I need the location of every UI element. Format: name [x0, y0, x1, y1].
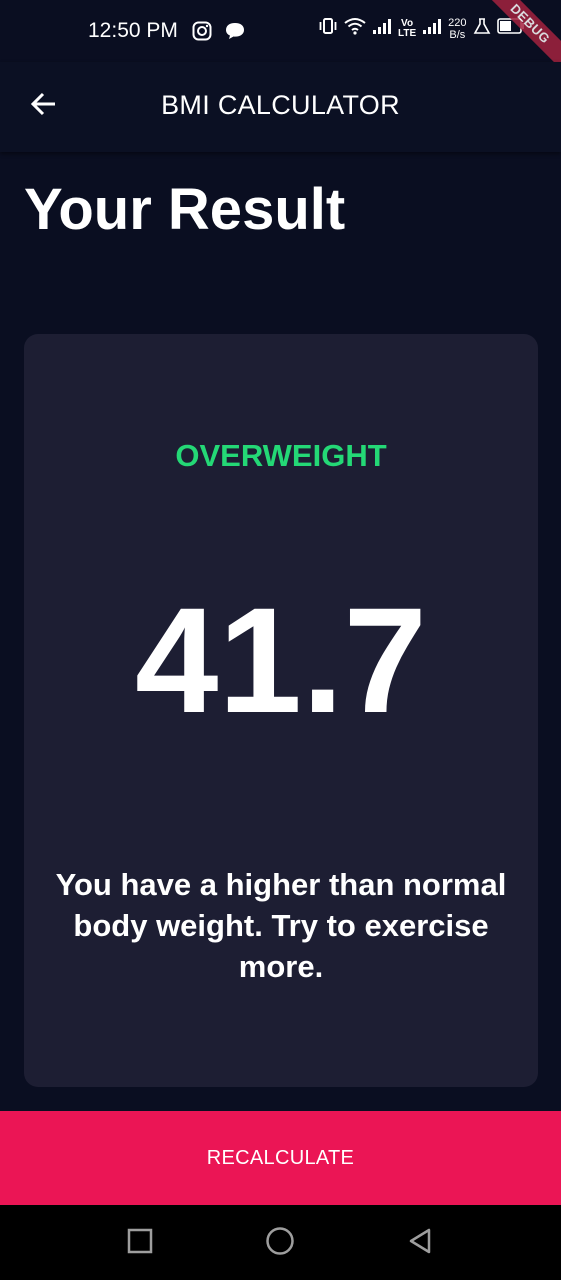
system-nav-bar — [0, 1205, 561, 1280]
nav-home-button[interactable] — [260, 1223, 300, 1263]
result-interpretation: You have a higher than normal body weigh… — [55, 867, 507, 984]
net-speed-unit: B/s — [449, 28, 466, 41]
triangle-back-icon — [407, 1227, 433, 1260]
signal-icon-2 — [422, 17, 442, 40]
app-title: BMI CALCULATOR — [161, 90, 400, 120]
net-speed: 220 B/s — [448, 17, 466, 41]
status-time: 12:50 PM — [88, 19, 178, 42]
status-left-icons — [192, 21, 246, 46]
nav-recents-button[interactable] — [120, 1223, 160, 1263]
volte-indicator: Vo LTE — [398, 18, 417, 39]
square-icon — [127, 1228, 153, 1259]
circle-icon — [265, 1226, 295, 1261]
lab-flask-icon — [473, 17, 491, 40]
result-category: OVERWEIGHT — [175, 438, 387, 473]
app-bar: BMI CALCULATOR — [0, 62, 561, 152]
recalculate-label: RECALCULATE — [206, 1146, 355, 1169]
status-right-icons: Vo LTE 220 B/s — [318, 16, 525, 41]
page-title: Your Result — [24, 177, 346, 242]
signal-icon — [372, 17, 392, 40]
net-speed-value: 220 — [448, 16, 467, 29]
nav-back-button[interactable] — [400, 1223, 440, 1263]
status-bar: 12:50 PM Vo LTE 220 B/s DEBUG — [0, 0, 561, 78]
chat-bubble-icon — [224, 21, 246, 46]
volte-bottom: LTE — [398, 27, 417, 39]
screen: 12:50 PM Vo LTE 220 B/s DEBUG BMI CALCUL… — [0, 0, 561, 1280]
instagram-icon — [192, 21, 212, 46]
bmi-value: 41.7 — [135, 576, 427, 744]
vibrate-icon — [318, 16, 338, 41]
recalculate-button[interactable]: RECALCULATE — [0, 1111, 561, 1205]
result-card: OVERWEIGHT 41.7 You have a higher than n… — [24, 334, 538, 1087]
wifi-icon — [344, 16, 366, 41]
